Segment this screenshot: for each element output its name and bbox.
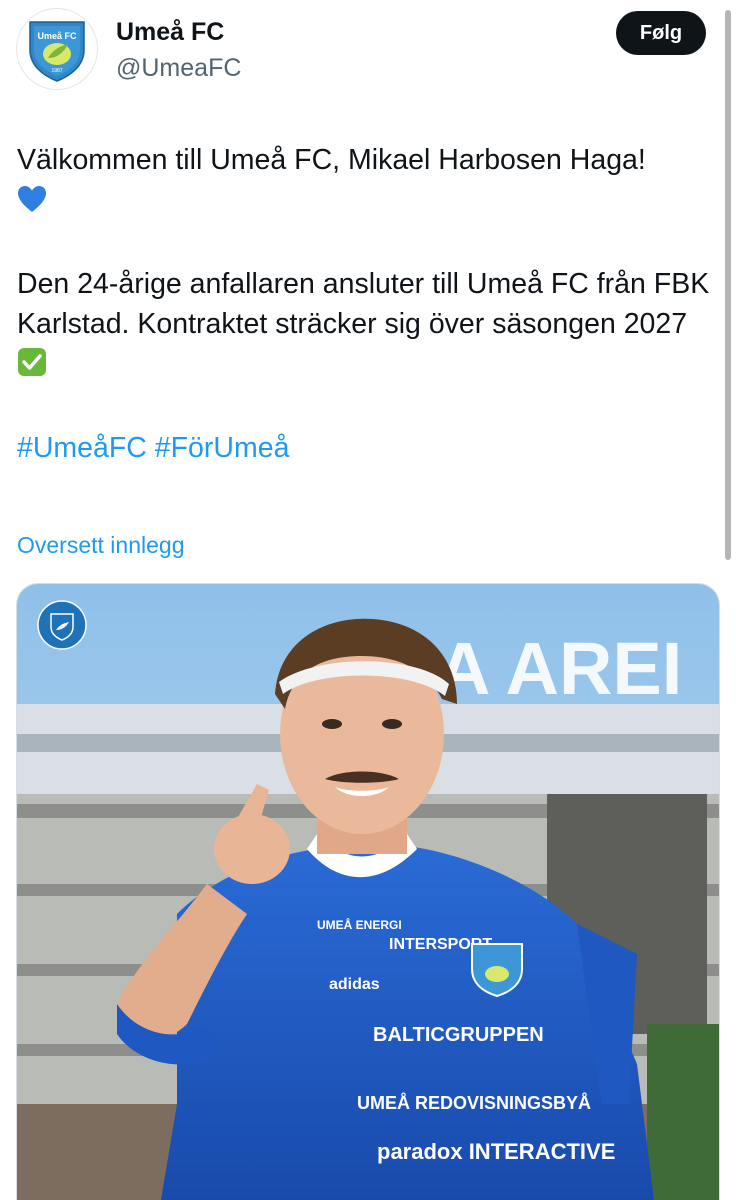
- tweet-line1: Välkommen till Umeå FC, Mikael Harbosen …: [17, 144, 646, 176]
- author-avatar[interactable]: Umeå FC 1987: [16, 8, 98, 90]
- hashtag-umeafc[interactable]: #UmeåFC: [17, 432, 147, 464]
- check-mark-icon: [17, 347, 47, 388]
- author-display-name[interactable]: Umeå FC: [116, 18, 224, 47]
- svg-text:adidas: adidas: [329, 976, 380, 993]
- svg-text:UMEÅ ENERGI: UMEÅ ENERGI: [317, 917, 402, 932]
- author-handle[interactable]: @UmeaFC: [116, 54, 241, 83]
- svg-text:Umeå FC: Umeå FC: [37, 31, 77, 41]
- hashtag-forumea[interactable]: #FörUmeå: [155, 432, 290, 464]
- follow-button[interactable]: Følg: [616, 11, 706, 55]
- svg-text:A AREI: A AREI: [437, 627, 682, 710]
- tweet-page: Umeå FC 1987 Umeå FC @UmeaFC Følg Välkom…: [0, 0, 736, 1200]
- tweet-media-photo[interactable]: A AREI UMEÅ ENERGI INTERSPORT adidas BAL…: [16, 583, 720, 1200]
- scrollbar[interactable]: [725, 10, 731, 560]
- media-umea-fc-logo-icon: [37, 600, 87, 650]
- translate-post-link[interactable]: Oversett innlegg: [17, 532, 184, 559]
- tweet-paragraph2: Den 24-årige anfallaren ansluter till Um…: [17, 268, 710, 340]
- blue-heart-icon: [17, 184, 47, 224]
- player-photo: A AREI UMEÅ ENERGI INTERSPORT adidas BAL…: [17, 584, 719, 1200]
- umea-fc-crest-icon: Umeå FC 1987: [29, 21, 85, 82]
- svg-text:BALTICGRUPPEN: BALTICGRUPPEN: [373, 1024, 544, 1046]
- svg-text:UMEÅ REDOVISNINGSBYÅ: UMEÅ REDOVISNINGSBYÅ: [357, 1093, 591, 1113]
- svg-text:paradox INTERACTIVE: paradox INTERACTIVE: [377, 1139, 615, 1164]
- tweet-text: Välkommen till Umeå FC, Mikael Harbosen …: [17, 140, 717, 468]
- svg-text:1987: 1987: [51, 68, 62, 74]
